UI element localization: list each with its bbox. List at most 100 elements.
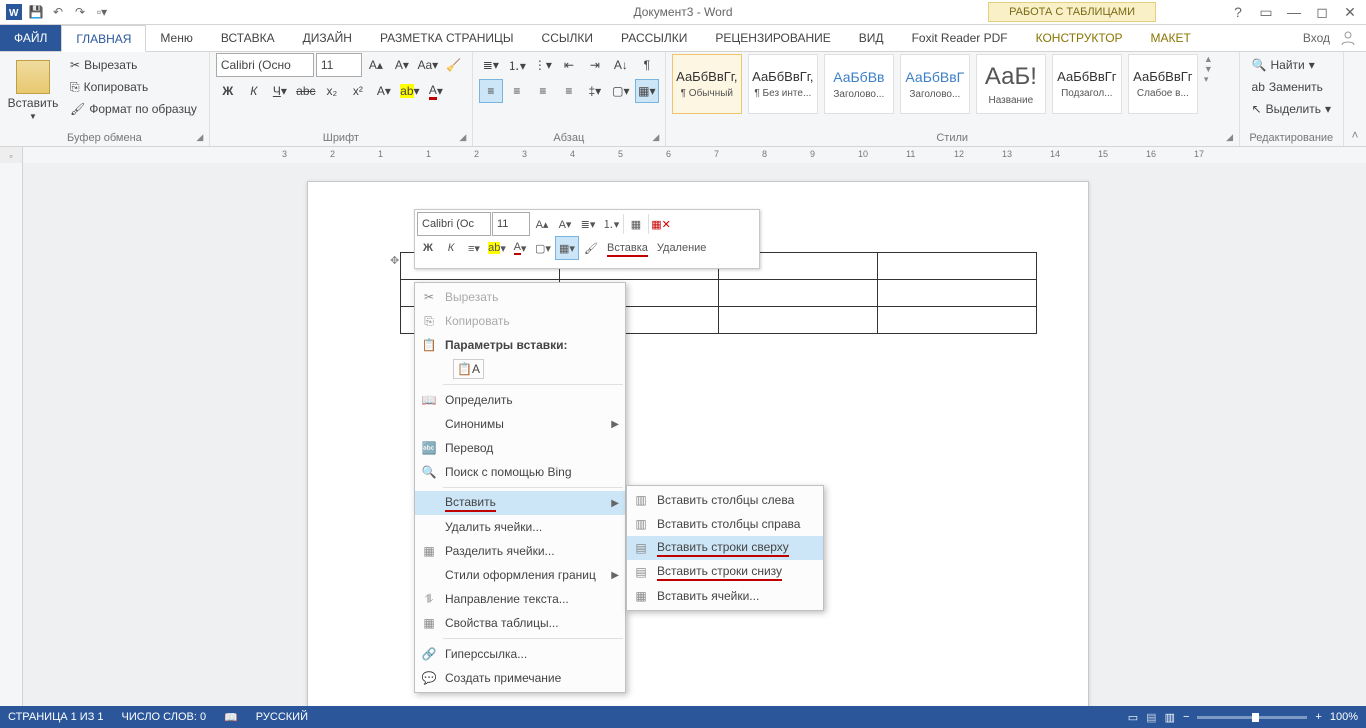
increase-indent-button[interactable]: ⇥ [583, 53, 607, 77]
minimize-button[interactable]: — [1282, 2, 1306, 22]
undo-button[interactable]: ↶ [48, 2, 68, 22]
account-signin[interactable]: Вход [1303, 31, 1330, 45]
view-read-button[interactable]: ▭ [1128, 711, 1138, 724]
align-left-button[interactable]: ≡ [479, 79, 503, 103]
cut-button[interactable]: ✂Вырезать [64, 54, 203, 76]
zoom-in-button[interactable]: + [1315, 711, 1321, 723]
style-item[interactable]: АаБбВвГЗаголово... [900, 54, 970, 114]
zoom-slider[interactable] [1197, 716, 1307, 719]
ctx-cut[interactable]: ✂Вырезать [415, 285, 625, 309]
borders-button[interactable]: ▦▾ [635, 79, 659, 103]
shrink-font-button[interactable]: A▾ [390, 53, 414, 77]
ctx-split-cells[interactable]: ▦Разделить ячейки... [415, 539, 625, 563]
view-web-button[interactable]: ▥ [1165, 711, 1175, 724]
ctx-new-comment[interactable]: 💬Создать примечание [415, 666, 625, 690]
mini-delete-label[interactable]: Удаление [653, 242, 711, 254]
numbering-button[interactable]: ⒈▾ [505, 53, 529, 77]
tab-page-layout[interactable]: РАЗМЕТКА СТРАНИЦЫ [366, 25, 528, 51]
paste-button[interactable]: Вставить ▼ [6, 54, 60, 126]
tab-insert[interactable]: ВСТАВКА [207, 25, 289, 51]
mini-font-combo[interactable]: Calibri (Ос [417, 212, 491, 236]
collapse-ribbon-button[interactable]: ˄ [1344, 52, 1366, 146]
mini-align-button[interactable]: ≡▾ [463, 237, 485, 259]
style-item[interactable]: АаБбВвГгПодзагол... [1052, 54, 1122, 114]
ctx-rows-above[interactable]: ▤Вставить строки сверху [627, 536, 823, 560]
tab-view[interactable]: ВИД [845, 25, 898, 51]
ctx-rows-below[interactable]: ▤Вставить строки снизу [627, 560, 823, 584]
tab-design[interactable]: ДИЗАЙН [289, 25, 366, 51]
zoom-out-button[interactable]: − [1183, 711, 1189, 723]
strike-button[interactable]: abc [294, 79, 318, 103]
mini-size-combo[interactable]: 11 [492, 212, 530, 236]
ctx-translate[interactable]: 🔤Перевод [415, 436, 625, 460]
change-case-button[interactable]: Aa▾ [416, 53, 440, 77]
vertical-ruler[interactable] [0, 163, 23, 706]
tab-file[interactable]: ФАЙЛ [0, 25, 61, 51]
text-effects-button[interactable]: A▾ [372, 79, 396, 103]
font-launcher[interactable]: ◢ [456, 130, 470, 144]
justify-button[interactable]: ≡ [557, 79, 581, 103]
styles-more-button[interactable]: ▲▼▾ [1204, 54, 1220, 85]
save-button[interactable]: 💾 [26, 2, 46, 22]
font-color-button[interactable]: A▾ [424, 79, 448, 103]
ctx-cols-left[interactable]: ▥Вставить столбцы слева [627, 488, 823, 512]
copy-button[interactable]: ⎘Копировать [64, 76, 203, 98]
align-right-button[interactable]: ≡ [531, 79, 555, 103]
table-move-handle[interactable]: ✥ [390, 254, 399, 267]
style-item[interactable]: АаБбВвЗаголово... [824, 54, 894, 114]
mini-grow-button[interactable]: A▴ [531, 213, 553, 235]
mini-format-painter-button[interactable]: 🖌 [580, 237, 602, 259]
ctx-define[interactable]: 📖Определить [415, 388, 625, 412]
tab-table-layout[interactable]: МАКЕТ [1137, 25, 1205, 51]
ribbon-options-button[interactable]: ▭ [1254, 2, 1278, 22]
font-size-combo[interactable]: 11 [316, 53, 362, 77]
status-words[interactable]: ЧИСЛО СЛОВ: 0 [122, 711, 207, 723]
style-item[interactable]: АаБбВвГг,¶ Без инте... [748, 54, 818, 114]
close-button[interactable]: ✕ [1338, 2, 1362, 22]
ctx-cells[interactable]: ▦Вставить ячейки... [627, 584, 823, 608]
status-page[interactable]: СТРАНИЦА 1 ИЗ 1 [8, 711, 104, 723]
find-button[interactable]: 🔍Найти ▾ [1246, 54, 1321, 76]
italic-button[interactable]: К [242, 79, 266, 103]
ctx-border-styles[interactable]: Стили оформления границ▶ [415, 563, 625, 587]
redo-button[interactable]: ↷ [70, 2, 90, 22]
ctx-insert[interactable]: Вставить▶ [415, 491, 625, 515]
grow-font-button[interactable]: A▴ [364, 53, 388, 77]
show-marks-button[interactable]: ¶ [635, 53, 659, 77]
zoom-level[interactable]: 100% [1330, 711, 1358, 723]
decrease-indent-button[interactable]: ⇤ [557, 53, 581, 77]
styles-gallery[interactable]: АаБбВвГг,¶ ОбычныйАаБбВвГг,¶ Без инте...… [672, 54, 1233, 132]
ctx-copy[interactable]: ⎘Копировать [415, 309, 625, 333]
tab-foxit[interactable]: Foxit Reader PDF [898, 25, 1022, 51]
superscript-button[interactable]: x² [346, 79, 370, 103]
tab-mailings[interactable]: РАССЫЛКИ [607, 25, 701, 51]
sort-button[interactable]: A↓ [609, 53, 633, 77]
replace-button[interactable]: abЗаменить [1246, 76, 1329, 98]
mini-shrink-button[interactable]: A▾ [554, 213, 576, 235]
mini-highlight-button[interactable]: ab▾ [486, 237, 508, 259]
select-button[interactable]: ↖Выделить ▾ [1246, 98, 1337, 120]
bold-button[interactable]: Ж [216, 79, 240, 103]
style-item[interactable]: АаБ!Название [976, 54, 1046, 114]
help-button[interactable]: ? [1226, 2, 1250, 22]
mini-font-color-button[interactable]: A▾ [509, 237, 531, 259]
clear-format-button[interactable]: 🧹 [442, 53, 466, 77]
align-center-button[interactable]: ≡ [505, 79, 529, 103]
page-area[interactable]: ✥ Calibri (Ос 11 A▴ A▾ ≣▾ ⒈▾ ▦ ▦✕ [23, 163, 1366, 706]
ctx-synonyms[interactable]: Синонимы▶ [415, 412, 625, 436]
status-lang[interactable]: РУССКИЙ [256, 711, 308, 723]
ctx-bing[interactable]: 🔍Поиск с помощью Bing [415, 460, 625, 484]
styles-launcher[interactable]: ◢ [1223, 130, 1237, 144]
ctx-delete-cells[interactable]: Удалить ячейки... [415, 515, 625, 539]
shading-button[interactable]: ▢▾ [609, 79, 633, 103]
font-name-combo[interactable]: Calibri (Осно [216, 53, 314, 77]
tab-home[interactable]: ГЛАВНАЯ [61, 25, 146, 52]
ctx-cols-right[interactable]: ▥Вставить столбцы справа [627, 512, 823, 536]
clipboard-launcher[interactable]: ◢ [193, 130, 207, 144]
mini-italic-button[interactable]: К [440, 237, 462, 259]
ctx-table-props[interactable]: ▦Свойства таблицы... [415, 611, 625, 635]
document-page[interactable]: ✥ Calibri (Ос 11 A▴ A▾ ≣▾ ⒈▾ ▦ ▦✕ [307, 181, 1089, 706]
ctx-hyperlink[interactable]: 🔗Гиперссылка... [415, 642, 625, 666]
highlight-button[interactable]: ab▾ [398, 79, 422, 103]
tab-review[interactable]: РЕЦЕНЗИРОВАНИЕ [701, 25, 844, 51]
